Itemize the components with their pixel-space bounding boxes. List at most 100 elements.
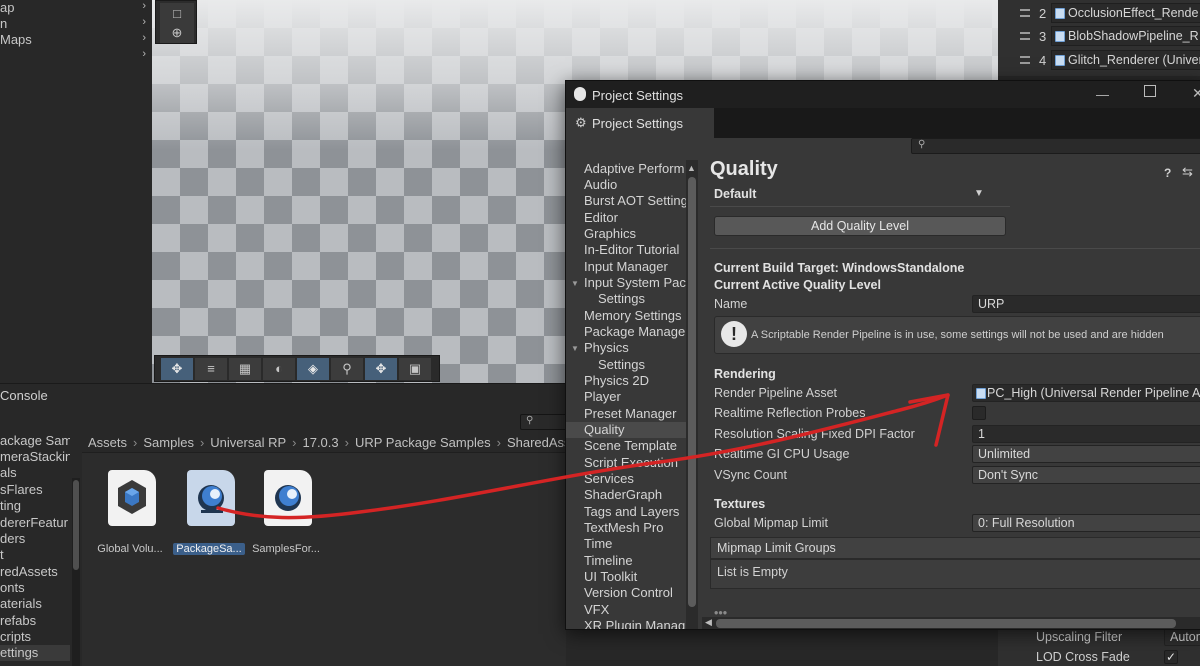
grid-icon[interactable]: ▦ [229,357,261,380]
folder-tree-item[interactable]: meraStacking [0,449,70,465]
realtime-reflection-probes-checkbox[interactable] [972,406,986,420]
camera-icon[interactable]: ▣ [399,357,431,380]
nav-item-services[interactable]: Services [584,471,688,487]
folder-tree-item[interactable]: t [0,547,70,563]
add-quality-level-button[interactable]: Add Quality Level [714,216,1006,236]
folder-tree-item[interactable]: cripts [0,629,70,645]
nav-item-player[interactable]: Player [584,389,688,405]
scroll-up-arrow-icon[interactable]: ▲ [687,163,696,173]
nav-item-xr-plugin-management[interactable]: XR Plugin Manag [584,618,688,629]
render-pipeline-asset-field[interactable]: PC_High (Universal Render Pipeline A [972,384,1200,402]
dropdown-arrow-icon[interactable]: ▼ [974,188,984,199]
nav-item-time[interactable]: Time [584,536,688,552]
vsync-count-dropdown[interactable]: Don't Sync [972,466,1200,484]
realtime-gi-cpu-usage-dropdown[interactable]: Unlimited [972,445,1200,463]
mipmap-limit-groups-header[interactable]: Mipmap Limit Groups [710,537,1200,559]
asset-tile-selected[interactable]: PackageSa... [173,468,245,558]
hierarchy-item[interactable]: Maps › [0,32,152,48]
nav-item-graphics[interactable]: Graphics [584,226,688,242]
nav-item-textmesh-pro[interactable]: TextMesh Pro [584,520,688,536]
list-item[interactable]: 3 BlobShadowPipeline_R [998,25,1200,47]
nav-item-ui-toolkit[interactable]: UI Toolkit [584,569,688,585]
folder-tree-item[interactable]: dererFeatur [0,515,70,531]
gizmo-icon[interactable]: ✥ [365,357,397,380]
nav-item-quality[interactable]: Quality [566,422,686,438]
asset-tile[interactable]: Global Volu... [94,468,166,558]
renderer-object-field[interactable]: BlobShadowPipeline_R [1051,26,1200,46]
nav-item-shadergraph[interactable]: ShaderGraph [584,487,688,503]
renderer-object-field[interactable]: OcclusionEffect_Rende [1051,3,1200,23]
horizontal-scroll-thumb[interactable] [716,619,1176,628]
nav-item-scene-template[interactable]: Scene Template [584,438,688,454]
scroll-left-arrow-icon[interactable]: ◀ [705,617,712,628]
nav-item-version-control[interactable]: Version Control [584,585,688,601]
folder-tree-item[interactable]: sFlares [0,482,70,498]
help-icon[interactable]: ? [1164,166,1171,180]
list-item[interactable]: 4 Glitch_Renderer (Univer [998,49,1200,71]
chevron-right-icon[interactable]: › [142,32,146,44]
nav-item-editor[interactable]: Editor [584,210,688,226]
preset-settings-icon[interactable]: ⇆ [1182,164,1193,180]
nav-item-package-manager[interactable]: Package Manage [584,324,688,340]
nav-item-audio[interactable]: Audio [584,177,688,193]
renderer-object-field[interactable]: Glitch_Renderer (Univer [1051,50,1200,70]
settings-search-input[interactable] [911,138,1200,154]
list-item[interactable]: 2 OcclusionEffect_Rende [998,2,1200,24]
hierarchy-item[interactable]: › [0,48,152,64]
nav-item-memory-settings[interactable]: Memory Settings [584,308,688,324]
folder-tree-item[interactable]: ders [0,531,70,547]
nav-item-burst-aot[interactable]: Burst AOT Setting [584,193,688,209]
folder-tree-item[interactable]: onts [0,580,70,596]
nav-item-timeline[interactable]: Timeline [584,553,688,569]
move-tool-icon[interactable]: ✥ [161,357,193,380]
drag-handle-icon[interactable] [1020,56,1030,64]
folder-tree-item[interactable]: ackage Sam [0,433,70,449]
breadcrumb-item[interactable]: 17.0.3 [302,435,338,450]
chevron-right-icon[interactable]: › [142,0,146,12]
drag-handle-icon[interactable] [1020,9,1030,17]
folder-tree-item[interactable]: refabs [0,613,70,629]
breadcrumb-item[interactable]: Samples [143,435,194,450]
chevron-right-icon[interactable]: › [142,16,146,28]
folder-tree-item[interactable]: aterials [0,596,70,612]
maximize-icon[interactable] [1144,85,1156,97]
breadcrumb-item[interactable]: Assets [88,435,127,450]
breadcrumb-item[interactable]: Universal RP [210,435,286,450]
nav-item-input-manager[interactable]: Input Manager [584,259,688,275]
shading-sphere-icon[interactable]: ◐ [263,357,295,380]
nav-item-vfx[interactable]: VFX [584,602,688,618]
nav-item-physics[interactable]: Physics [584,340,688,356]
nav-scroll-thumb[interactable] [688,177,696,607]
foldout-arrow-icon[interactable]: ▼ [571,344,579,353]
hierarchy-item[interactable]: ap › [0,0,152,16]
breadcrumb-item[interactable]: URP Package Samples [355,435,491,450]
nav-item-input-system-settings[interactable]: Settings [598,291,698,307]
hierarchy-item[interactable]: n › [0,16,152,32]
lod-cross-fade-checkbox[interactable]: ✓ [1164,650,1178,664]
nav-item-input-system-package[interactable]: Input System Pac [584,275,688,291]
sliders-icon[interactable]: ≡ [195,357,227,380]
upscaling-filter-dropdown[interactable]: Autom [1164,628,1200,646]
folder-tree-scroll-thumb[interactable] [73,480,79,570]
transform-tool-icon[interactable]: ⊕ [160,23,194,43]
nav-item-physics-settings[interactable]: Settings [598,357,698,373]
drag-handle-icon[interactable] [1020,32,1030,40]
console-tab[interactable]: Console [0,388,48,403]
asset-tile[interactable]: SamplesFor... [250,468,322,558]
close-icon[interactable]: ✕ [1192,85,1200,102]
minimize-icon[interactable]: — [1096,87,1109,102]
rect-tool-icon[interactable]: □ [160,3,194,23]
nav-item-tags-and-layers[interactable]: Tags and Layers [584,504,688,520]
folder-tree-item-selected[interactable]: ettings [0,645,70,661]
foldout-arrow-icon[interactable]: ▼ [571,279,579,288]
nav-item-physics-2d[interactable]: Physics 2D [584,373,688,389]
global-mipmap-limit-dropdown[interactable]: 0: Full Resolution [972,514,1200,532]
resolution-scaling-field[interactable]: 1 [972,425,1200,443]
nav-item-adaptive-performance[interactable]: Adaptive Perform [584,161,688,177]
chevron-right-icon[interactable]: › [142,48,146,60]
folder-tree-item[interactable]: redAssets [0,564,70,580]
folder-tree-item[interactable]: als [0,465,70,481]
nav-item-preset-manager[interactable]: Preset Manager [584,406,688,422]
nav-item-script-execution[interactable]: Script Execution [584,455,688,471]
grid-snap-icon[interactable]: ◈ [297,357,329,380]
